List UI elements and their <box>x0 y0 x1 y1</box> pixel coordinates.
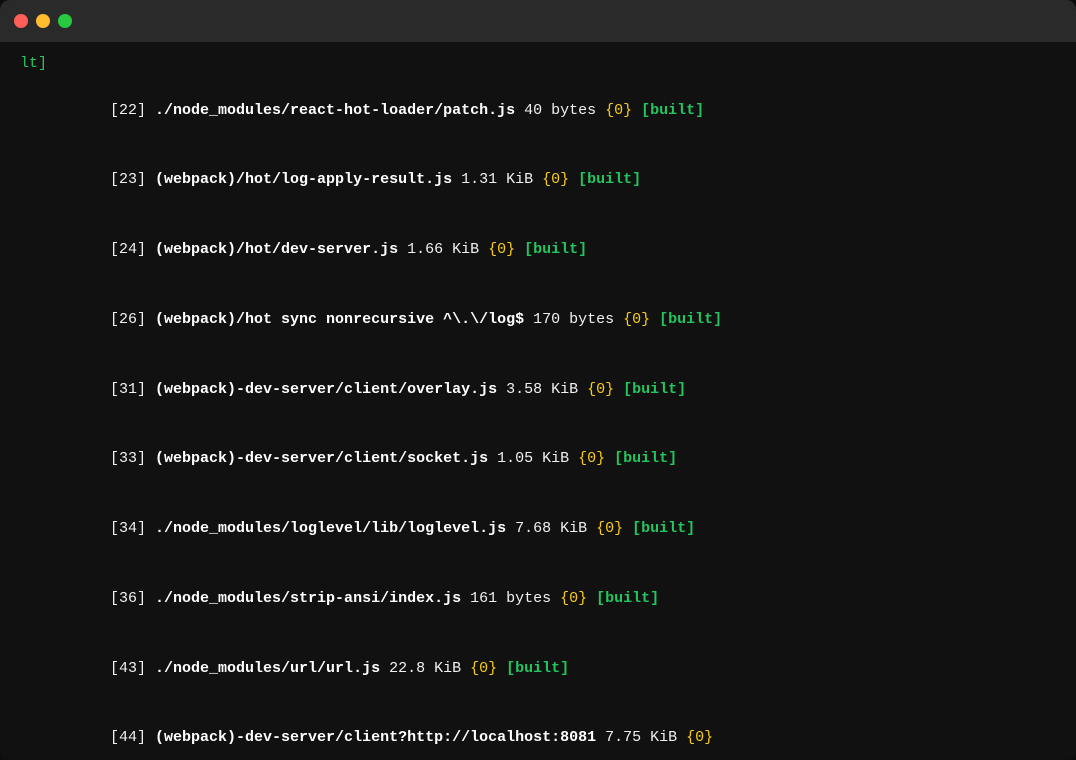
terminal-line: [26] (webpack)/hot sync nonrecursive ^\.… <box>20 285 1056 355</box>
terminal-line: [44] (webpack)-dev-server/client?http://… <box>20 703 1056 760</box>
terminal-line: lt] <box>20 52 1056 75</box>
terminal-line: [43] ./node_modules/url/url.js 22.8 KiB … <box>20 633 1056 703</box>
terminal-line: [23] (webpack)/hot/log-apply-result.js 1… <box>20 145 1056 215</box>
terminal-line: [31] (webpack)-dev-server/client/overlay… <box>20 354 1056 424</box>
terminal-line: [24] (webpack)/hot/dev-server.js 1.66 Ki… <box>20 215 1056 285</box>
maximize-button[interactable] <box>58 14 72 28</box>
minimize-button[interactable] <box>36 14 50 28</box>
title-bar <box>0 0 1076 42</box>
terminal-line: [36] ./node_modules/strip-ansi/index.js … <box>20 564 1056 634</box>
terminal-line: [34] ./node_modules/loglevel/lib/logleve… <box>20 494 1056 564</box>
close-button[interactable] <box>14 14 28 28</box>
terminal-line: [33] (webpack)-dev-server/client/socket.… <box>20 424 1056 494</box>
terminal-window: lt] [22] ./node_modules/react-hot-loader… <box>0 0 1076 760</box>
terminal-body: lt] [22] ./node_modules/react-hot-loader… <box>0 42 1076 760</box>
terminal-line: [22] ./node_modules/react-hot-loader/pat… <box>20 75 1056 145</box>
